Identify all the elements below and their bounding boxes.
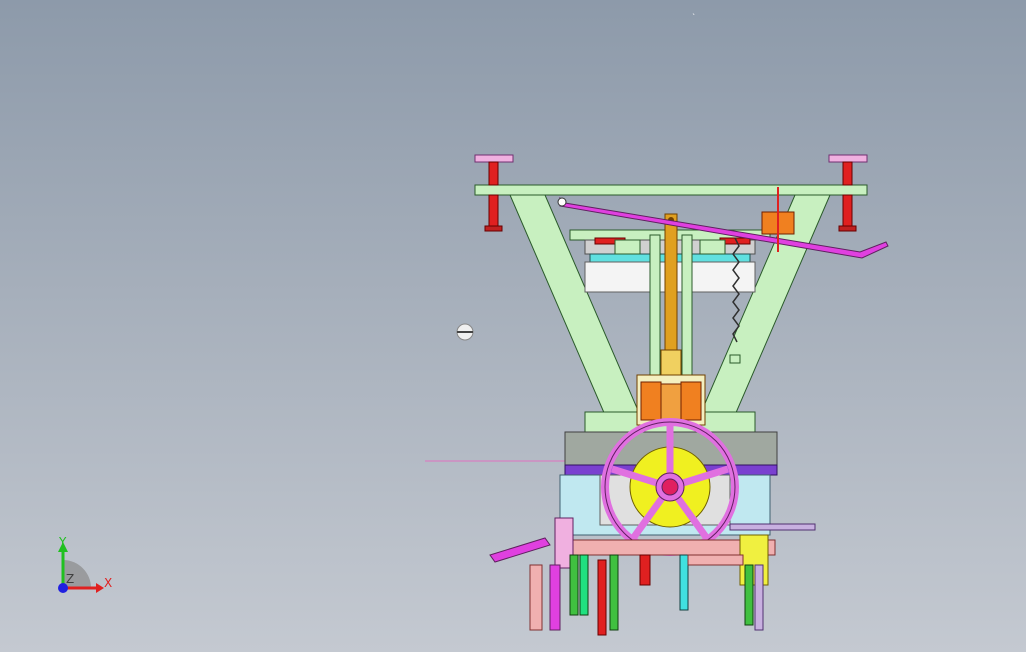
z-axis-label: Z — [66, 572, 74, 586]
x-axis-label: X — [104, 576, 112, 590]
y-axis-label: Y — [58, 535, 67, 549]
graphics-viewport[interactable]: ` Y X Z — [0, 0, 1026, 652]
coordinate-triad: Y X Z — [58, 535, 112, 593]
